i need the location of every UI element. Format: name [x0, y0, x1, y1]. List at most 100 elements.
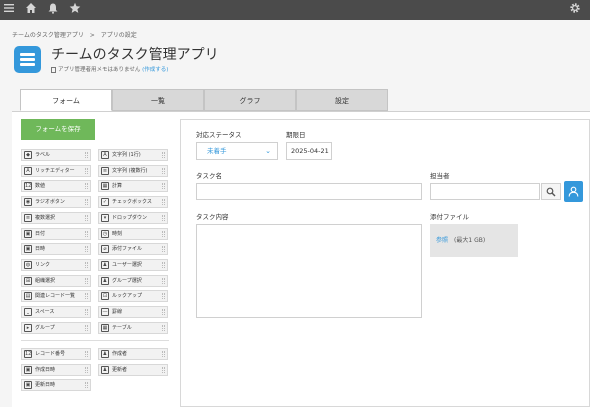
- drag-handle-icon[interactable]: [162, 183, 165, 190]
- bell-icon[interactable]: [47, 2, 59, 19]
- palette-item[interactable]: 12 数値: [21, 180, 91, 193]
- tab-graph[interactable]: グラフ: [204, 89, 296, 111]
- drag-handle-icon[interactable]: [162, 324, 165, 331]
- drag-handle-icon[interactable]: [162, 214, 165, 221]
- palette-item[interactable]: ♟ ユーザー選択: [98, 258, 168, 271]
- star-icon[interactable]: [69, 2, 81, 19]
- palette-item[interactable]: ▾ ドロップダウン: [98, 211, 168, 224]
- drag-handle-icon[interactable]: [162, 277, 165, 284]
- palette-item[interactable]: ◉ ラジオボタン: [21, 196, 91, 209]
- drag-handle-icon[interactable]: [85, 152, 88, 158]
- tab-form[interactable]: フォーム: [20, 89, 112, 111]
- palette-item[interactable]: ⎵ スペース: [21, 306, 91, 318]
- drag-handle-icon[interactable]: [162, 293, 165, 300]
- palette-item[interactable]: ♟ 更新者: [98, 363, 168, 376]
- palette-item[interactable]: — 罫線: [98, 306, 168, 318]
- task-content-textarea[interactable]: [196, 224, 422, 318]
- search-icon[interactable]: [541, 183, 561, 200]
- org-select-icon: ⊞: [24, 276, 32, 285]
- save-form-button[interactable]: フォームを保存: [21, 119, 95, 140]
- drag-handle-icon[interactable]: [162, 230, 165, 237]
- drag-handle-icon[interactable]: [162, 366, 165, 373]
- palette-item[interactable]: ≡ 複数選択: [21, 211, 91, 224]
- drag-handle-icon[interactable]: [85, 167, 88, 174]
- updated-at-icon: ▣: [24, 381, 32, 389]
- palette-item[interactable]: ▣ 更新日時: [21, 379, 91, 391]
- drag-handle-icon[interactable]: [85, 277, 88, 284]
- palette-item-label: テーブル: [112, 324, 132, 331]
- drag-handle-icon[interactable]: [85, 246, 88, 253]
- palette-item[interactable]: ♟ 作成者: [98, 348, 168, 360]
- palette-item[interactable]: ⊞ 組織選択: [21, 274, 91, 287]
- drag-handle-icon[interactable]: [85, 214, 88, 221]
- drag-handle-icon[interactable]: [85, 199, 88, 206]
- palette-item[interactable]: ◍ リンク: [21, 258, 91, 271]
- calc-icon: ▦: [101, 182, 109, 191]
- palette-item[interactable]: ▸ グループ: [21, 321, 91, 334]
- task-name-input[interactable]: [196, 183, 422, 200]
- drag-handle-icon[interactable]: [85, 261, 88, 268]
- palette-item-label: ルックアップ: [112, 293, 143, 300]
- drag-handle-icon[interactable]: [162, 199, 165, 206]
- user-picker-button[interactable]: [564, 181, 583, 202]
- palette-item[interactable]: ◆ ラベル: [21, 149, 91, 161]
- task-name-field-label: タスク名: [196, 172, 222, 180]
- breadcrumb-app-link[interactable]: チームのタスク管理アプリ: [12, 32, 84, 39]
- drag-handle-icon[interactable]: [162, 167, 165, 174]
- palette-item[interactable]: ◷ 時刻: [98, 227, 168, 240]
- drag-handle-icon[interactable]: [85, 382, 88, 388]
- tab-settings[interactable]: 設定: [296, 89, 388, 111]
- drag-handle-icon[interactable]: [85, 293, 88, 300]
- palette-item[interactable]: ▦ 計算: [98, 180, 168, 193]
- due-date-input[interactable]: 2025-04-21: [286, 142, 332, 160]
- space-icon: ⎵: [24, 308, 32, 316]
- palette-item[interactable]: ⊡ ルックアップ: [98, 290, 168, 303]
- drag-handle-icon[interactable]: [85, 324, 88, 331]
- drag-handle-icon[interactable]: [85, 230, 88, 237]
- palette-item-label: ラベル: [35, 152, 51, 158]
- palette-item[interactable]: ✓ チェックボックス: [98, 196, 168, 209]
- palette-item[interactable]: ▣ 日付: [21, 227, 91, 240]
- drag-handle-icon[interactable]: [162, 351, 165, 357]
- palette-item-label: ラジオボタン: [35, 199, 65, 206]
- drag-handle-icon[interactable]: [85, 183, 88, 190]
- group-select-icon: ♟: [101, 276, 109, 285]
- browse-link[interactable]: 参照: [436, 237, 448, 244]
- palette-item[interactable]: ▤ 関連レコード一覧: [21, 290, 91, 303]
- palette-item[interactable]: ≡ 文字列 (複数行): [98, 164, 168, 177]
- status-dropdown[interactable]: 未着手 ⌄: [196, 142, 278, 160]
- assignee-input[interactable]: [430, 183, 540, 200]
- palette-item-label: 作成日時: [35, 366, 56, 373]
- palette-item[interactable]: ▣ 日時: [21, 243, 91, 256]
- rich-editor-icon: A: [24, 166, 32, 175]
- palette-item-label: 作成者: [112, 351, 128, 357]
- palette-item[interactable]: ▣ 作成日時: [21, 363, 91, 376]
- breadcrumb-separator: >: [89, 32, 95, 39]
- palette-item[interactable]: ⌀ 添付ファイル: [98, 243, 168, 256]
- number-icon: 12: [24, 182, 32, 191]
- drag-handle-icon[interactable]: [162, 152, 165, 158]
- palette-item[interactable]: ▦ テーブル: [98, 321, 168, 334]
- home-icon[interactable]: [25, 2, 37, 19]
- created-at-icon: ▣: [24, 365, 32, 374]
- attachment-field-label: 添付ファイル: [430, 213, 469, 221]
- palette-item[interactable]: A リッチエディター: [21, 164, 91, 177]
- gear-icon[interactable]: [569, 2, 581, 19]
- drag-handle-icon[interactable]: [85, 309, 88, 315]
- top-navigation-bar: [0, 0, 590, 20]
- drag-handle-icon[interactable]: [162, 246, 165, 253]
- palette-item[interactable]: ♟ グループ選択: [98, 274, 168, 287]
- menu-icon[interactable]: [3, 2, 15, 19]
- create-memo-link[interactable]: (作成する): [142, 67, 168, 73]
- drag-handle-icon[interactable]: [85, 366, 88, 373]
- palette-item-label: スペース: [35, 309, 55, 315]
- app-icon: [14, 46, 41, 73]
- drag-handle-icon[interactable]: [162, 261, 165, 268]
- tab-list[interactable]: 一覧: [112, 89, 204, 111]
- palette-item[interactable]: 12 レコード番号: [21, 348, 91, 360]
- related-records-icon: ▤: [24, 292, 32, 301]
- drag-handle-icon[interactable]: [162, 309, 165, 315]
- palette-item-label: チェックボックス: [112, 199, 152, 206]
- palette-item[interactable]: A 文字列 (1行): [98, 149, 168, 161]
- drag-handle-icon[interactable]: [85, 351, 88, 357]
